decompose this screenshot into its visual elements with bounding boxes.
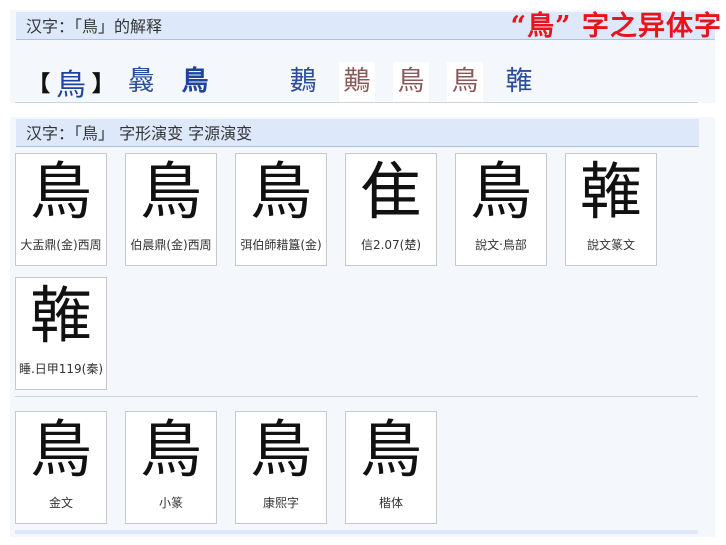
glyph-caption: 說文‧鳥部 [456,230,546,260]
glyph-caption: 弭伯師耤簋(金)西周晚期 [236,230,326,266]
variant-link[interactable]: 鳥 [168,62,222,102]
glyph-image: 鳥 [126,154,216,230]
glyph-card[interactable]: 鳥說文‧鳥部 [455,153,547,266]
main-char: 鳥 [56,60,86,104]
glyph-image: 鳥 [126,412,216,488]
glyph-card[interactable]: 雗睡.日甲119(秦) [15,277,107,390]
glyph-card[interactable]: 雗說文篆文 [565,153,657,266]
glyph-caption: 小篆 [126,488,216,518]
glyph-image: 雗 [16,278,106,354]
evolution-header: 汉字：「鳥」 字形演变 字源演变 [16,119,699,147]
glyph-card[interactable]: 隹信2.07(楚) [345,153,437,266]
glyph-caption: 睡.日甲119(秦) [16,354,106,384]
glyph-card[interactable]: 鳥伯晨鼎(金)西周中期偏晚 [125,153,217,266]
glyph-image: 鳥 [236,154,326,230]
glyph-card[interactable]: 鳥弭伯師耤簋(金)西周晚期 [235,153,327,266]
glyph-image: 鳥 [236,412,326,488]
banner-title: “鳥” 字之异体字 [511,4,722,43]
evolution-title: 汉字：「鳥」 字形演变 字源演变 [26,124,252,143]
glyph-image: 鳥 [456,154,546,230]
glyph-image: 雗 [566,154,656,230]
glyph-caption: 金文 [16,488,106,518]
variant-image[interactable]: 鷬 [339,62,375,102]
variant-image[interactable]: 鳥 [393,62,429,102]
variant-link[interactable]: 𩋯 [222,62,276,102]
bracket-open: 【 [28,66,50,98]
glyph-image: 隹 [346,154,436,230]
variant-link[interactable]: 鶈 [276,62,330,102]
glyph-card[interactable]: 鳥小篆 [125,411,217,524]
glyph-image: 鳥 [16,412,106,488]
glyph-card[interactable]: 鳥楷体 [345,411,437,524]
variant-link[interactable]: 雗 [492,62,546,102]
glyph-card[interactable]: 鳥康熙字 [235,411,327,524]
glyph-caption: 伯晨鼎(金)西周中期偏晚 [126,230,216,266]
glyph-card[interactable]: 鳥大盂鼎(金)西周早期 [15,153,107,266]
glyph-caption: 大盂鼎(金)西周早期 [16,230,106,266]
definition-title: 汉字：「鳥」的解释 [26,17,162,36]
glyph-caption: 楷体 [346,488,436,518]
variant-row: 【 鳥 】 䳗 鳥 𩋯 鶈 鷬 鳥 鳥 雗 [28,60,546,104]
glyph-image: 鳥 [16,154,106,230]
glyph-card[interactable]: 鳥金文 [15,411,107,524]
glyph-image: 鳥 [346,412,436,488]
variant-image[interactable]: 鳥 [447,62,483,102]
glyph-caption: 說文篆文 [566,230,656,260]
glyph-caption: 康熙字 [236,488,326,518]
bracket-close: 】 [92,66,114,98]
glyph-caption: 信2.07(楚) [346,230,436,260]
variant-link[interactable]: 䳗 [114,62,168,102]
